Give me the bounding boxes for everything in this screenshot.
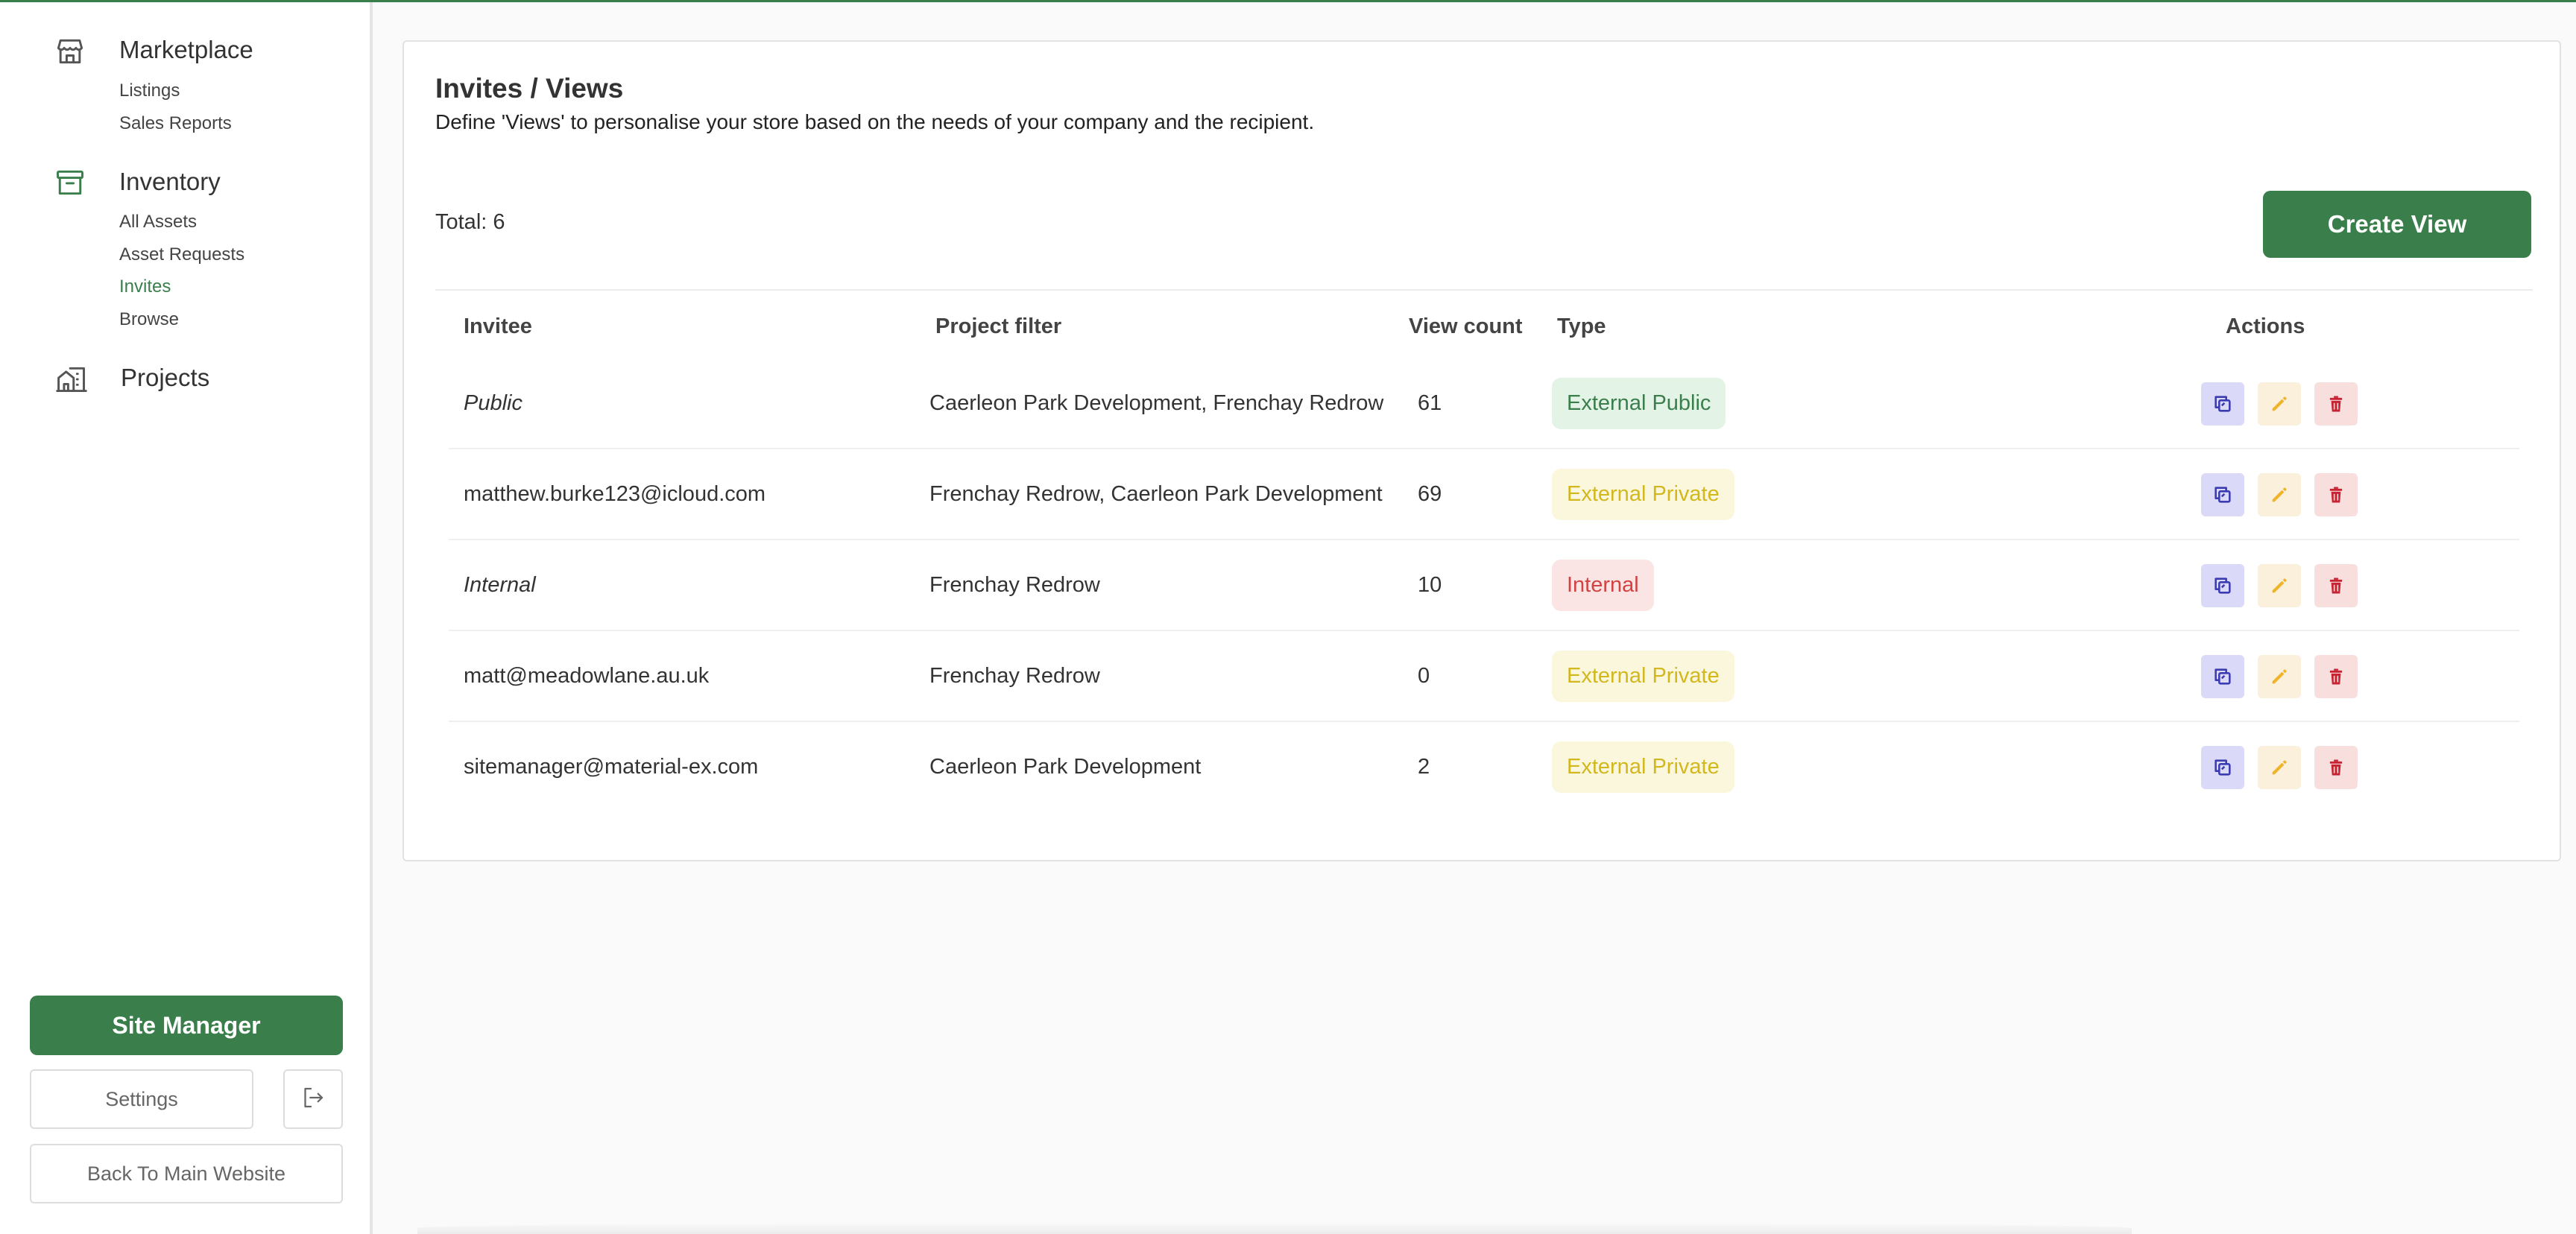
type-cell: Internal (1552, 540, 1654, 630)
invitee-cell: Internal (464, 572, 536, 597)
back-to-main-website-button[interactable]: Back To Main Website (30, 1144, 343, 1203)
project-filter-cell: Frenchay Redrow, Caerleon Park Developme… (929, 481, 1383, 506)
scroll-shadow (417, 1222, 2132, 1234)
nav-title-projects[interactable]: Projects (121, 364, 209, 392)
copy-view-button[interactable] (2201, 564, 2244, 607)
copy-icon (2212, 666, 2233, 687)
copy-view-button[interactable] (2201, 746, 2244, 789)
type-badge: External Private (1552, 650, 1734, 702)
pencil-icon (2269, 757, 2290, 778)
edit-view-button[interactable] (2258, 473, 2301, 516)
edit-view-button[interactable] (2258, 382, 2301, 425)
settings-button[interactable]: Settings (30, 1069, 253, 1129)
sidebar-item-invites[interactable]: Invites (119, 276, 171, 297)
edit-view-button[interactable] (2258, 564, 2301, 607)
copy-view-button[interactable] (2201, 382, 2244, 425)
sidebar-item-browse[interactable]: Browse (119, 309, 179, 330)
delete-view-button[interactable] (2314, 382, 2358, 425)
type-cell: External Private (1552, 631, 1734, 721)
sidebar-item-sales-reports[interactable]: Sales Reports (119, 113, 232, 134)
pencil-icon (2269, 484, 2290, 505)
page-description: Define 'Views' to personalise your store… (435, 110, 1315, 133)
nav-title-marketplace[interactable]: Marketplace (119, 36, 253, 64)
edit-view-button[interactable] (2258, 746, 2301, 789)
sidebar-item-all-assets[interactable]: All Assets (119, 212, 197, 232)
store-icon (54, 35, 86, 68)
copy-icon (2212, 484, 2233, 505)
invitee-cell: matt@meadowlane.au.uk (464, 663, 710, 688)
project-filter-cell: Caerleon Park Development, Frenchay Redr… (929, 390, 1384, 415)
trash-icon (2326, 393, 2346, 414)
logout-icon (300, 1084, 326, 1115)
view-count-cell: 61 (1418, 390, 1442, 415)
column-header-actions: Actions (2226, 314, 2305, 338)
archive-box-icon (54, 166, 86, 199)
invitee-cell: matthew.burke123@icloud.com (464, 481, 766, 506)
type-badge: Internal (1552, 559, 1654, 611)
view-count-cell: 69 (1418, 481, 1442, 506)
trash-icon (2326, 666, 2346, 687)
type-badge: External Private (1552, 468, 1734, 520)
project-filter-cell: Frenchay Redrow (929, 663, 1100, 688)
copy-view-button[interactable] (2201, 473, 2244, 516)
column-header-type: Type (1557, 314, 1606, 338)
sidebar-item-asset-requests[interactable]: Asset Requests (119, 244, 244, 265)
type-cell: External Private (1552, 722, 1734, 811)
copy-icon (2212, 757, 2233, 778)
page-title: Invites / Views (435, 73, 624, 104)
table-row: Public Caerleon Park Development, Frencha… (449, 358, 2519, 449)
column-header-project-filter: Project filter (935, 314, 1062, 338)
type-cell: External Private (1552, 449, 1734, 539)
top-accent-bar (0, 0, 2576, 2)
delete-view-button[interactable] (2314, 564, 2358, 607)
trash-icon (2326, 757, 2346, 778)
project-filter-cell: Frenchay Redrow (929, 572, 1100, 597)
type-badge: External Private (1552, 741, 1734, 793)
pencil-icon (2269, 666, 2290, 687)
trash-icon (2326, 575, 2346, 596)
copy-icon (2212, 575, 2233, 596)
total-count: Total: 6 (435, 210, 505, 234)
view-count-cell: 2 (1418, 754, 1430, 779)
delete-view-button[interactable] (2314, 473, 2358, 516)
pencil-icon (2269, 393, 2290, 414)
column-header-view-count: View count (1409, 314, 1523, 338)
delete-view-button[interactable] (2314, 655, 2358, 698)
table-row: Internal Frenchay Redrow 10 Internal (449, 540, 2519, 631)
copy-icon (2212, 393, 2233, 414)
pencil-icon (2269, 575, 2290, 596)
view-count-cell: 10 (1418, 572, 1442, 597)
delete-view-button[interactable] (2314, 746, 2358, 789)
sidebar: Marketplace Listings Sales Reports Inven… (0, 2, 373, 1234)
project-filter-cell: Caerleon Park Development (929, 754, 1202, 779)
invitee-cell: Public (464, 390, 523, 415)
logout-button[interactable] (283, 1069, 343, 1129)
invites-views-card: Invites / Views Define 'Views' to person… (402, 40, 2561, 861)
header-divider (435, 289, 2533, 291)
nav-title-inventory[interactable]: Inventory (119, 168, 221, 196)
table-row: sitemanager@material-ex.com Caerleon Park… (449, 722, 2519, 813)
site-manager-button[interactable]: Site Manager (30, 996, 343, 1055)
table-row: matthew.burke123@icloud.com Frenchay Redr… (449, 449, 2519, 540)
type-cell: External Public (1552, 358, 1726, 448)
create-view-button[interactable]: Create View (2263, 191, 2531, 258)
invitee-cell: sitemanager@material-ex.com (464, 754, 759, 779)
trash-icon (2326, 484, 2346, 505)
buildings-icon (55, 363, 88, 396)
column-header-invitee: Invitee (464, 314, 532, 338)
edit-view-button[interactable] (2258, 655, 2301, 698)
sidebar-item-listings[interactable]: Listings (119, 80, 180, 101)
table-row: matt@meadowlane.au.uk Frenchay Redrow 0 Ext… (449, 631, 2519, 722)
copy-view-button[interactable] (2201, 655, 2244, 698)
view-count-cell: 0 (1418, 663, 1430, 688)
type-badge: External Public (1552, 377, 1726, 429)
